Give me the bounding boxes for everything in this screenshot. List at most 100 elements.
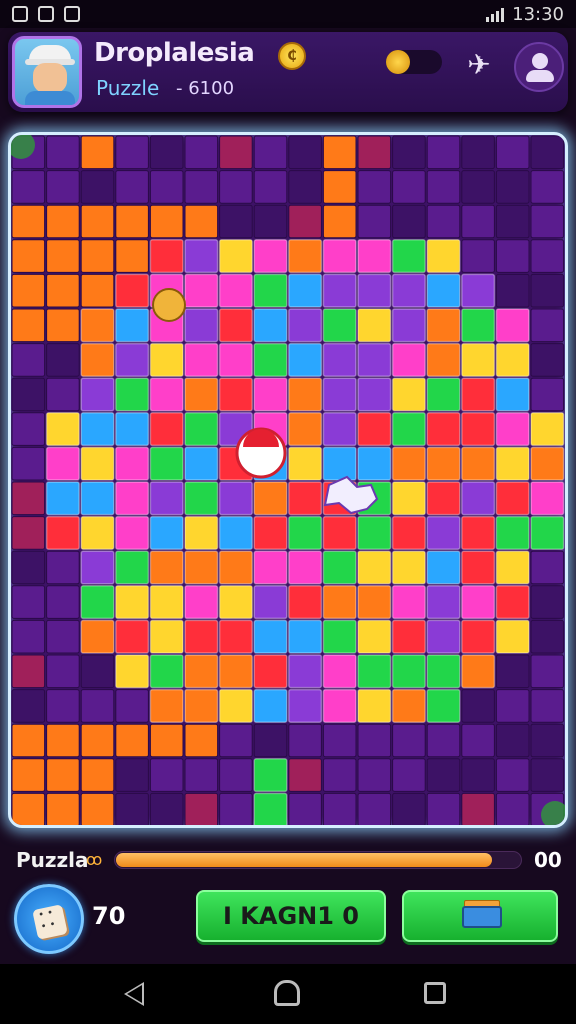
board-tile[interactable] [184, 204, 219, 239]
board-tile[interactable] [495, 792, 530, 825]
board-tile[interactable] [218, 688, 253, 723]
board-tile[interactable] [426, 204, 461, 239]
puzzle-board[interactable] [8, 132, 568, 828]
board-tile[interactable] [149, 170, 184, 204]
board-tile[interactable] [11, 481, 46, 516]
board-tile[interactable] [253, 204, 288, 239]
board-tile[interactable] [461, 654, 496, 689]
toolbox-button[interactable] [402, 890, 558, 942]
board-tile[interactable] [46, 343, 80, 377]
board-tile[interactable] [218, 273, 253, 308]
board-tile[interactable] [495, 377, 530, 412]
board-tile[interactable] [80, 308, 115, 343]
board-tile[interactable] [184, 308, 219, 343]
board-tile[interactable] [495, 342, 530, 377]
board-tile[interactable] [530, 689, 565, 723]
board-tile[interactable] [218, 654, 253, 689]
board-tile[interactable] [80, 481, 115, 516]
board-tile[interactable] [11, 412, 46, 446]
board-tile[interactable] [495, 135, 530, 170]
board-tile[interactable] [80, 342, 115, 377]
board-tile[interactable] [495, 204, 530, 239]
board-tile[interactable] [184, 239, 219, 274]
board-tile[interactable] [149, 654, 184, 689]
board-tile[interactable] [253, 654, 288, 689]
board-tile[interactable] [322, 308, 357, 343]
board-tile[interactable] [426, 585, 461, 620]
board-tile[interactable] [149, 377, 184, 412]
board-tile[interactable] [218, 481, 253, 516]
board-tile[interactable] [322, 619, 357, 654]
board-tile[interactable] [115, 239, 149, 273]
board-tile[interactable] [46, 792, 80, 825]
board-tile[interactable] [184, 170, 219, 204]
board-tile[interactable] [149, 585, 184, 620]
board-tile[interactable] [530, 170, 565, 204]
board-tile[interactable] [357, 585, 392, 620]
board-tile[interactable] [218, 308, 253, 343]
board-tile[interactable] [184, 342, 219, 377]
board-tile[interactable] [149, 550, 184, 585]
board-tile[interactable] [149, 342, 184, 377]
board-tile[interactable] [322, 273, 357, 308]
board-tile[interactable] [495, 585, 530, 620]
board-tile[interactable] [461, 412, 496, 447]
board-tile[interactable] [322, 688, 357, 723]
board-tile[interactable] [288, 654, 323, 689]
board-tile[interactable] [46, 619, 80, 654]
board-tile[interactable] [80, 585, 115, 620]
board-tile[interactable] [391, 585, 426, 620]
board-tile[interactable] [391, 688, 426, 723]
board-tile[interactable] [322, 446, 357, 481]
board-tile[interactable] [11, 550, 46, 585]
board-tile[interactable] [288, 342, 323, 377]
board-tile[interactable] [288, 585, 323, 620]
board-tile[interactable] [461, 446, 496, 481]
board-tile[interactable] [461, 550, 496, 585]
board-tile[interactable] [357, 239, 392, 274]
board-tile[interactable] [218, 377, 253, 412]
board-tile[interactable] [219, 204, 253, 239]
board-tile[interactable] [218, 239, 253, 274]
board-tile[interactable] [426, 688, 461, 723]
board-tile[interactable] [426, 619, 461, 654]
board-tile[interactable] [461, 239, 495, 273]
board-tile[interactable] [115, 342, 150, 377]
board-tile[interactable] [322, 723, 357, 758]
board-tile[interactable] [288, 273, 323, 308]
board-tile[interactable] [115, 550, 150, 585]
board-tile[interactable] [495, 446, 530, 481]
board-tile[interactable] [288, 239, 323, 274]
board-tile[interactable] [426, 412, 461, 447]
board-tile[interactable] [530, 654, 565, 689]
board-tile[interactable] [80, 446, 115, 481]
board-tile[interactable] [253, 515, 288, 550]
board-tile[interactable] [391, 308, 426, 343]
board-tile[interactable] [322, 585, 357, 620]
board-tile[interactable] [426, 308, 461, 343]
board-tile[interactable] [253, 377, 288, 412]
board-tile[interactable] [322, 135, 357, 170]
board-tile[interactable] [530, 204, 565, 239]
board-tile[interactable] [322, 170, 357, 204]
board-tile[interactable] [288, 792, 322, 825]
board-tile[interactable] [322, 515, 357, 550]
board-tile[interactable] [115, 204, 149, 239]
board-tile[interactable] [80, 239, 115, 273]
board-tile[interactable] [461, 758, 495, 792]
board-tile[interactable] [80, 170, 115, 204]
board-tile[interactable] [253, 619, 288, 654]
pin-icon[interactable]: ✈ [462, 48, 496, 82]
board-tile[interactable] [357, 758, 392, 792]
main-action-button[interactable]: I KAGN1 0 [196, 890, 386, 942]
board-tile[interactable] [322, 239, 357, 274]
board-tile[interactable] [391, 446, 426, 481]
board-tile[interactable] [46, 135, 80, 170]
board-tile[interactable] [219, 758, 253, 792]
board-tile[interactable] [11, 204, 46, 239]
board-tile[interactable] [495, 723, 530, 758]
board-tile[interactable] [392, 792, 426, 825]
board-tile[interactable] [80, 204, 115, 239]
board-tile[interactable] [11, 446, 46, 481]
board-tile[interactable] [184, 135, 219, 170]
